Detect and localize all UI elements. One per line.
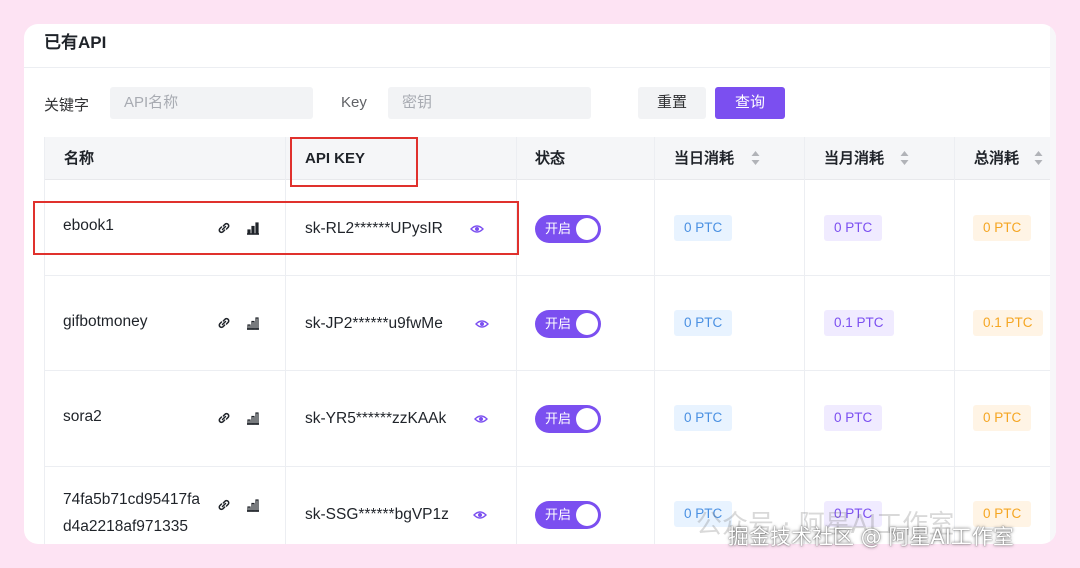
- scrollbar[interactable]: [1050, 24, 1056, 544]
- sort-icon[interactable]: [1034, 150, 1043, 166]
- status-toggle[interactable]: 开启: [535, 501, 601, 529]
- total-badge: 0 PTC: [973, 215, 1032, 241]
- header-total[interactable]: 总消耗: [974, 137, 1019, 180]
- stats-icon[interactable]: [245, 497, 261, 513]
- toggle-knob: [576, 313, 598, 335]
- sort-icon[interactable]: [900, 150, 909, 166]
- sort-icon[interactable]: [751, 150, 760, 166]
- monthly-badge: 0 PTC: [824, 215, 883, 241]
- api-name: sora2: [63, 408, 102, 425]
- eye-icon[interactable]: [474, 412, 488, 426]
- keyword-input[interactable]: API名称: [110, 87, 313, 119]
- api-key-value: sk-SSG******bgVP1z: [305, 506, 449, 523]
- status-toggle[interactable]: 开启: [535, 405, 601, 433]
- toggle-label: 开启: [545, 507, 572, 522]
- header-status: 状态: [535, 150, 566, 167]
- api-key-value: sk-YR5******zzKAAk: [305, 410, 447, 427]
- toggle-knob: [576, 504, 598, 526]
- section-title: 已有API: [44, 33, 107, 52]
- toggle-label: 开启: [545, 221, 572, 236]
- key-input[interactable]: 密钥: [388, 87, 591, 119]
- total-badge: 0 PTC: [973, 405, 1032, 431]
- eye-icon[interactable]: [473, 508, 487, 522]
- toggle-knob: [576, 408, 598, 430]
- toggle-knob: [576, 218, 598, 240]
- key-label: Key: [341, 94, 367, 111]
- daily-badge: 0 PTC: [674, 310, 733, 336]
- daily-badge: 0 PTC: [674, 215, 733, 241]
- highlight-box-first-row: [33, 201, 519, 255]
- header-name: 名称: [64, 150, 95, 167]
- toggle-label: 开启: [545, 411, 572, 426]
- api-name-line1: 74fa5b71cd95417fa: [63, 491, 201, 508]
- watermark-juejin: 掘金技术社区 @ 阿星AI工作室: [728, 525, 1014, 549]
- link-icon[interactable]: [216, 497, 232, 513]
- status-toggle[interactable]: 开启: [535, 215, 601, 243]
- api-list-card: 已有API 关键字 API名称 Key 密钥 重置 查询 名称 API KEY …: [24, 24, 1056, 544]
- monthly-badge: 0.1 PTC: [824, 310, 894, 336]
- api-table: 名称 API KEY 状态 当日消耗 当月消耗 总消耗 ebook1 sk-RL…: [44, 137, 1054, 544]
- table-row: gifbotmoney sk-JP2******u9fwMe 开启 0 PTC …: [44, 276, 1054, 371]
- link-icon[interactable]: [216, 315, 232, 331]
- api-name: gifbotmoney: [63, 313, 148, 330]
- query-button[interactable]: 查询: [715, 87, 785, 119]
- status-toggle[interactable]: 开启: [535, 310, 601, 338]
- eye-icon[interactable]: [475, 317, 489, 331]
- total-badge: 0.1 PTC: [973, 310, 1043, 336]
- keyword-label: 关键字: [44, 97, 90, 114]
- api-key-value: sk-JP2******u9fwMe: [305, 315, 443, 332]
- stats-icon[interactable]: [245, 410, 261, 426]
- toggle-label: 开启: [545, 316, 572, 331]
- divider: [24, 67, 1056, 68]
- header-monthly[interactable]: 当月消耗: [824, 137, 884, 180]
- daily-badge: 0 PTC: [674, 405, 733, 431]
- header-daily[interactable]: 当日消耗: [674, 137, 734, 180]
- stats-icon[interactable]: [245, 315, 261, 331]
- link-icon[interactable]: [216, 410, 232, 426]
- table-header: 名称 API KEY 状态 当日消耗 当月消耗 总消耗: [44, 137, 1054, 180]
- table-row: sora2 sk-YR5******zzKAAk 开启 0 PTC 0 PTC …: [44, 371, 1054, 467]
- monthly-badge: 0 PTC: [824, 405, 883, 431]
- highlight-box-api-key-header: [290, 137, 418, 187]
- api-name-line2: d4a2218af971335: [63, 518, 188, 535]
- reset-button[interactable]: 重置: [638, 87, 706, 119]
